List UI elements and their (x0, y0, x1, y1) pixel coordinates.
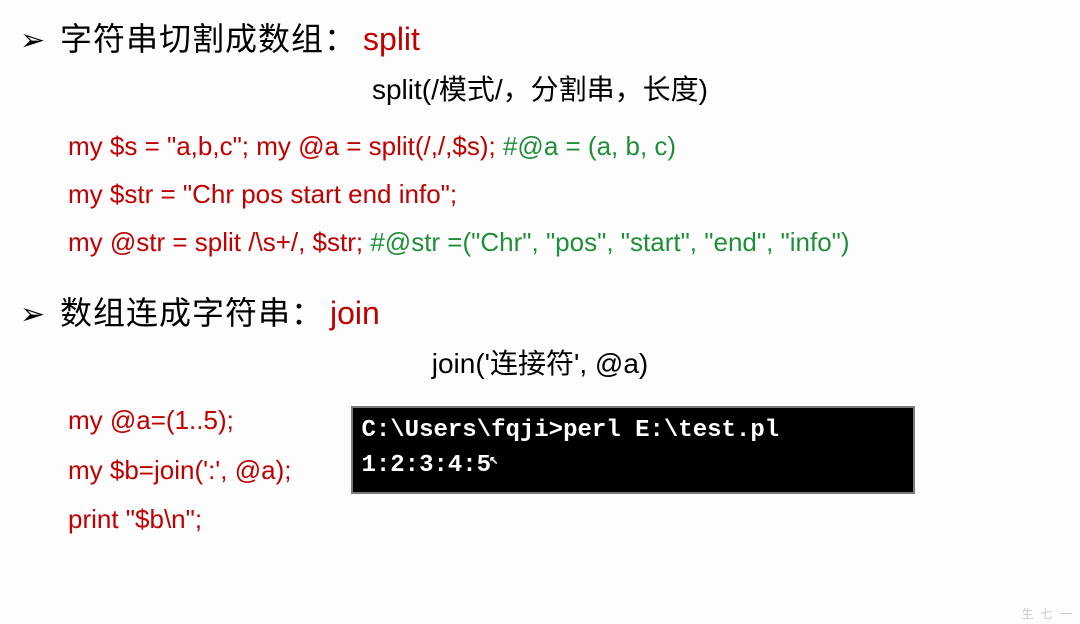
code-red: my $s = "a,b,c"; my @a = split(/,/,$s); (68, 131, 496, 161)
join-code-block: my @a=(1..5); my $b=join(':', @a); print… (68, 396, 291, 544)
split-keyword: split (363, 21, 420, 58)
bullet-icon: ➢ (20, 23, 60, 58)
join-code-line-1: my @a=(1..5); (68, 396, 291, 445)
bullet-icon: ➢ (20, 297, 60, 332)
code-comment: #@str =("Chr", "pos", "start", "end", "i… (363, 227, 849, 257)
terminal-window: C:\Users\fqji>perl E:\test.pl 1:2:3:4:5↖ (351, 406, 915, 494)
split-code-line-3: my @str = split /\s+/, $str; #@str =("Ch… (68, 218, 1060, 266)
join-syntax: join('连接符', @a) (20, 342, 1060, 382)
bullet-split: ➢ 字符串切割成数组： split (20, 14, 1060, 60)
terminal-output: 1:2:3:4:5 (361, 452, 491, 479)
join-title: 数组连成字符串： (60, 288, 324, 334)
split-title: 字符串切割成数组： (60, 14, 357, 60)
code-red: my @str = split /\s+/, $str; (68, 227, 363, 257)
terminal-line-2: 1:2:3:4:5↖ (361, 449, 901, 484)
join-keyword: join (330, 295, 380, 332)
join-code-line-2: my $b=join(':', @a); (68, 446, 291, 495)
split-code-line-1: my $s = "a,b,c"; my @a = split(/,/,$s); … (68, 122, 1060, 170)
split-code-block: my $s = "a,b,c"; my @a = split(/,/,$s); … (68, 122, 1060, 266)
split-code-line-2: my $str = "Chr pos start end info"; (68, 170, 1060, 218)
bullet-join: ➢ 数组连成字符串： join (20, 288, 1060, 334)
terminal-line-1: C:\Users\fqji>perl E:\test.pl (361, 414, 901, 449)
split-syntax: split(/模式/，分割串，长度) (20, 68, 1060, 108)
watermark: 生 七 一 (1021, 605, 1074, 622)
join-code-line-3: print "$b\n"; (68, 495, 291, 544)
join-lower-block: my @a=(1..5); my $b=join(':', @a); print… (68, 396, 1060, 544)
cursor-icon: ↖ (489, 449, 499, 472)
code-comment: #@a = (a, b, c) (496, 131, 676, 161)
